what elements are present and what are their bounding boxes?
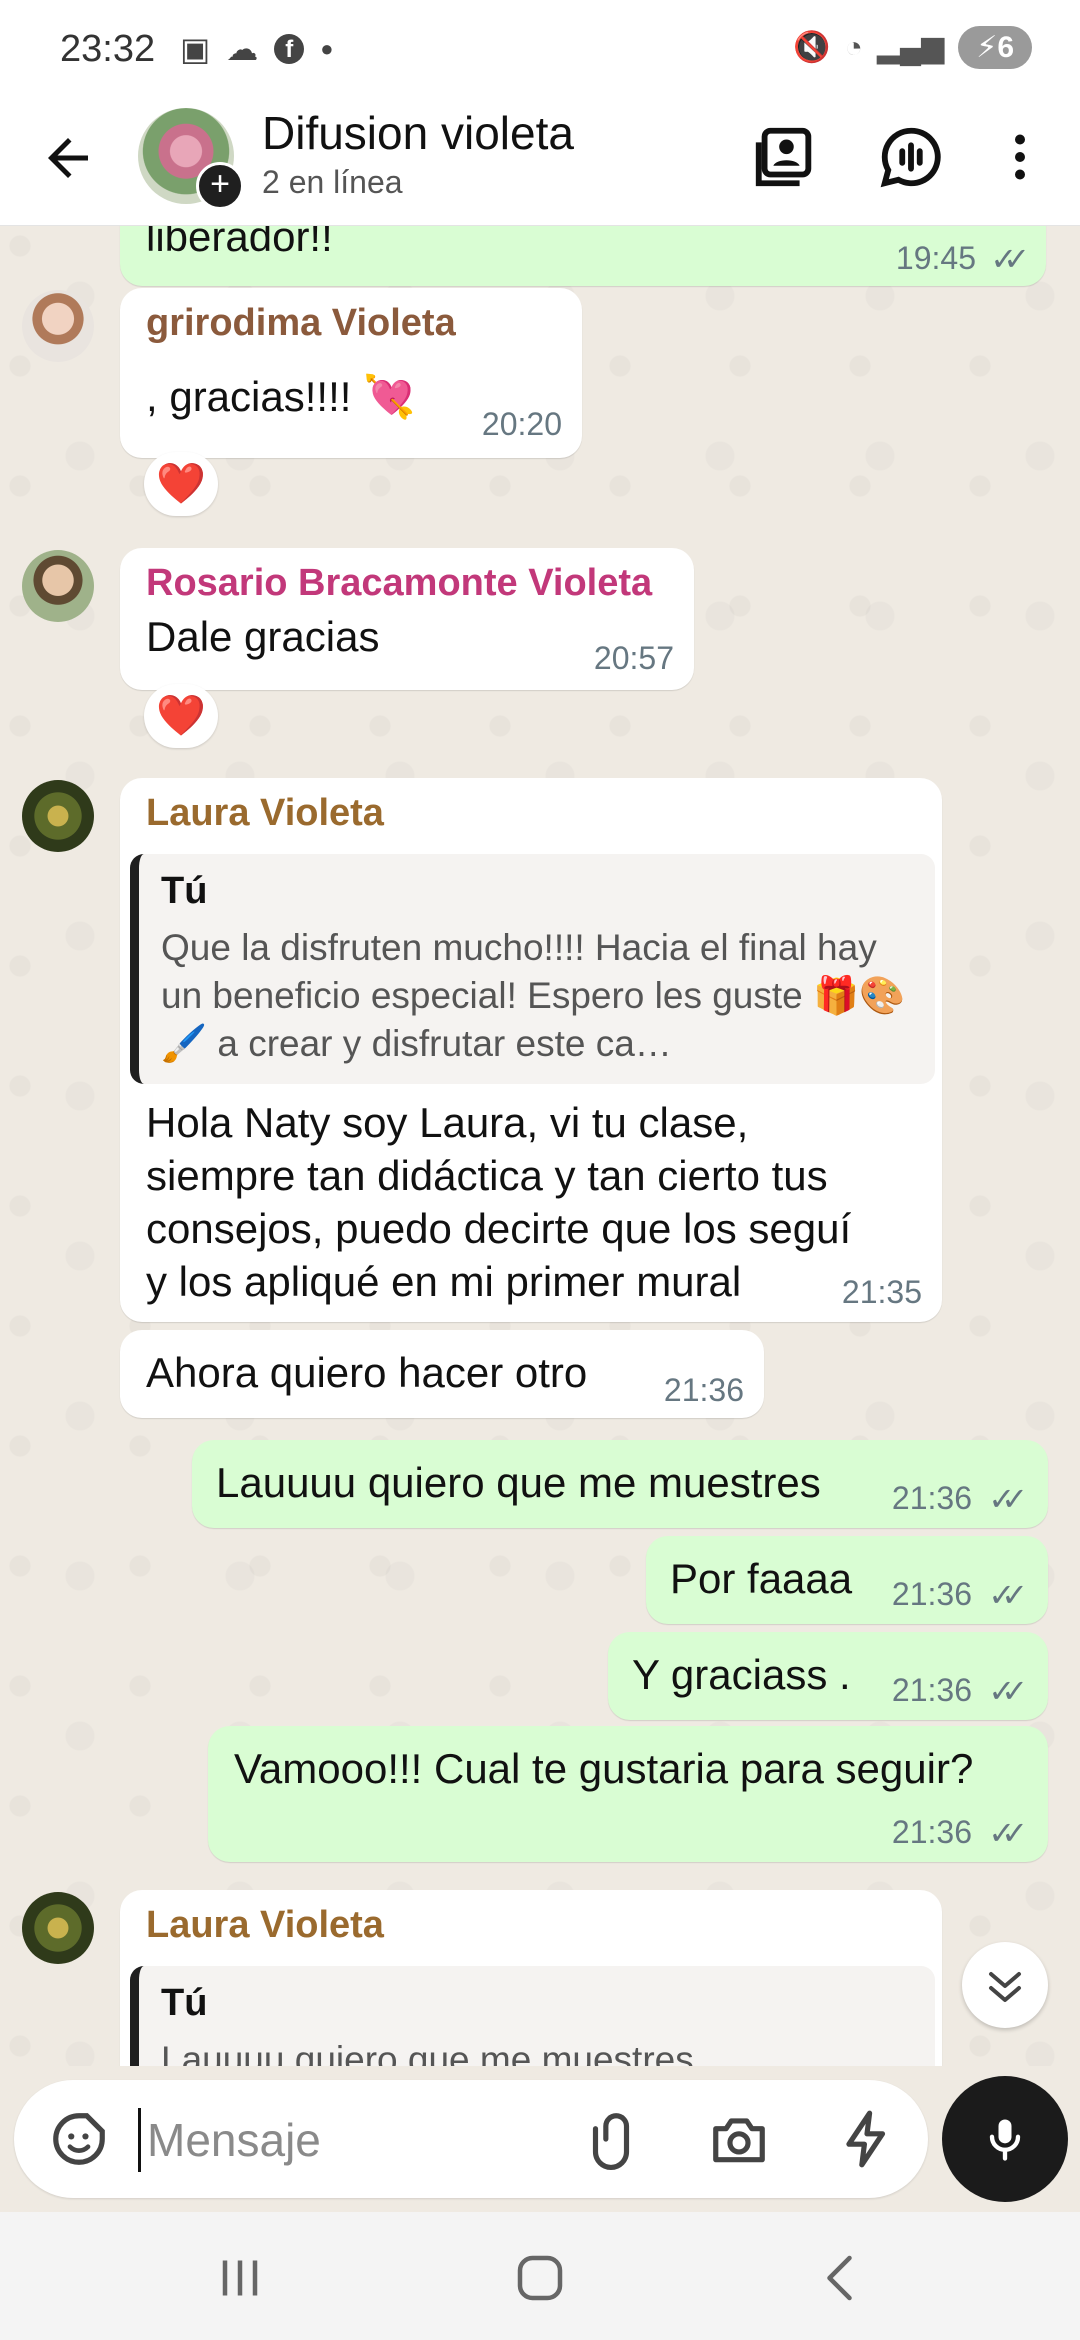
reaction-badge[interactable]: ❤️ <box>144 452 218 516</box>
message-bubble-outgoing[interactable]: Y graciass . 21:36 ✓✓ <box>608 1632 1048 1720</box>
mute-icon: 🔇 <box>793 31 831 64</box>
sender-name[interactable]: Rosario Bracamonte Violeta <box>146 562 652 605</box>
read-ticks-icon: ✓✓ <box>990 241 1029 277</box>
back-nav-icon[interactable] <box>812 2248 872 2308</box>
system-nav-bar <box>0 2212 1080 2340</box>
dot-icon: ● <box>320 36 334 61</box>
quoted-message[interactable]: Tú Lauuuu quiero que me muestres <box>130 1966 935 2066</box>
battery-icon: ⚡6 <box>958 26 1032 69</box>
cloud-icon: ☁ <box>226 31 259 67</box>
message-text: Lauuuu quiero que me muestres <box>216 1459 821 1506</box>
read-ticks-icon: ✓✓ <box>988 1815 1027 1851</box>
wifi-icon: ◔ <box>844 30 863 64</box>
mic-icon <box>989 2119 1021 2161</box>
quote-author: Tú <box>161 1982 208 2024</box>
avatar[interactable] <box>22 550 94 622</box>
back-arrow-icon[interactable] <box>38 128 98 188</box>
read-ticks-icon: ✓✓ <box>988 1481 1027 1517</box>
message-text: Dale gracias <box>146 613 380 660</box>
reaction-badge[interactable]: ❤️ <box>144 684 218 748</box>
more-vert-icon[interactable] <box>990 122 1050 192</box>
composer-pill <box>14 2080 928 2198</box>
message-bubble-incoming[interactable]: grirodima Violeta , gracias!!!! 💘 20:20 <box>120 288 582 458</box>
message-text: Hola Naty soy Laura, vi tu clase, siempr… <box>146 1099 852 1305</box>
chat-subtitle: 2 en línea <box>262 164 403 200</box>
message-text: Ahora quiero hacer otro <box>146 1349 588 1396</box>
message-list[interactable]: liberador!! 19:45 ✓✓ grirodima Violeta ,… <box>0 226 1080 2066</box>
recents-icon[interactable] <box>210 2248 270 2308</box>
message-time: 19:45 <box>895 240 976 276</box>
quote-author: Tú <box>161 870 208 912</box>
voice-record-button[interactable] <box>942 2076 1068 2202</box>
quoted-message[interactable]: Tú Que la disfruten mucho!!!! Hacia el f… <box>130 854 935 1084</box>
status-bar: 23:32 ▣ ☁ f ● 🔇 ◔ ▂▄▆ ⚡6 <box>0 0 1080 100</box>
avatar[interactable] <box>22 780 94 852</box>
message-bubble-outgoing[interactable]: Vamooo!!! Cual te gustaria para seguir? … <box>208 1726 1048 1862</box>
message-bubble-incoming[interactable]: Laura Violeta Tú Lauuuu quiero que me mu… <box>120 1890 942 2066</box>
sender-name[interactable]: Laura Violeta <box>146 792 384 835</box>
message-time: 21:36 <box>663 1372 744 1408</box>
message-bubble-incoming[interactable]: Laura Violeta Tú Que la disfruten mucho!… <box>120 778 942 1322</box>
message-time: 21:36 <box>891 1576 972 1612</box>
message-bubble-outgoing[interactable]: Por faaaa 21:36 ✓✓ <box>646 1536 1048 1624</box>
message-bubble-outgoing[interactable]: Lauuuu quiero que me muestres 21:36 ✓✓ <box>192 1440 1048 1528</box>
message-bubble-incoming[interactable]: Ahora quiero hacer otro 21:36 <box>120 1330 764 1418</box>
screenshot-icon: ▣ <box>180 31 211 67</box>
battery-level: 6 <box>997 31 1014 64</box>
facebook-icon: f <box>274 34 305 64</box>
chat-title[interactable]: Difusion violeta <box>262 106 574 160</box>
message-time: 21:35 <box>841 1274 922 1310</box>
quick-reply-icon[interactable] <box>836 2108 898 2170</box>
message-bubble-outgoing[interactable]: liberador!! 19:45 ✓✓ <box>120 226 1046 286</box>
quote-text: Lauuuu quiero que me muestres <box>161 2039 694 2066</box>
scroll-to-bottom-icon[interactable] <box>962 1942 1048 2028</box>
message-text: Vamooo!!! Cual te gustaria para seguir? <box>234 1745 974 1792</box>
message-input[interactable] <box>138 2108 569 2172</box>
home-icon[interactable] <box>510 2248 570 2308</box>
message-time: 21:36 <box>891 1672 972 1708</box>
message-text: liberador!! <box>146 226 333 260</box>
signal-icon: ▂▄▆ <box>876 31 945 64</box>
message-text: Por faaaa <box>670 1555 853 1602</box>
sender-name[interactable]: grirodima Violeta <box>146 302 456 345</box>
message-time: 21:36 <box>891 1814 972 1850</box>
composer-bar <box>0 2066 1080 2212</box>
avatar[interactable] <box>22 1892 94 1964</box>
chat-header: + Difusion violeta 2 en línea <box>0 100 1080 226</box>
message-time: 21:36 <box>891 1480 972 1516</box>
message-time: 20:20 <box>481 406 562 442</box>
read-ticks-icon: ✓✓ <box>988 1577 1027 1613</box>
message-bubble-incoming[interactable]: Rosario Bracamonte Violeta Dale gracias … <box>120 548 694 690</box>
attach-icon[interactable] <box>580 2108 642 2170</box>
quote-text: Que la disfruten mucho!!!! Hacia el fina… <box>161 927 906 1064</box>
sender-name[interactable]: Laura Violeta <box>146 1904 384 1947</box>
status-time: 23:32 <box>60 28 156 70</box>
contact-card-icon[interactable] <box>750 122 820 192</box>
message-time: 20:57 <box>593 640 674 676</box>
message-text: , gracias!!!! 💘 <box>146 373 416 420</box>
avatar[interactable] <box>22 290 94 362</box>
sticker-icon[interactable] <box>48 2108 110 2170</box>
message-text: Y graciass . <box>632 1651 851 1698</box>
camera-icon[interactable] <box>708 2108 770 2170</box>
voice-chat-icon[interactable] <box>876 122 946 192</box>
add-status-icon[interactable]: + <box>196 162 244 210</box>
read-ticks-icon: ✓✓ <box>988 1673 1027 1709</box>
